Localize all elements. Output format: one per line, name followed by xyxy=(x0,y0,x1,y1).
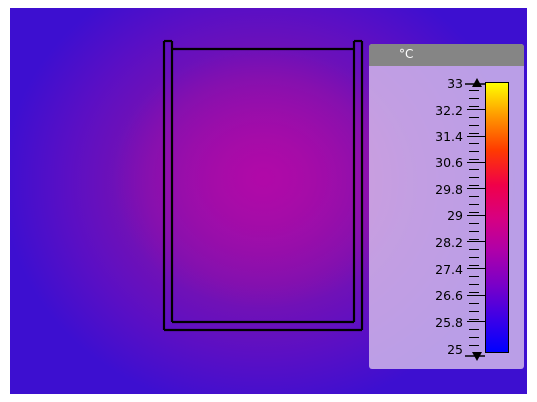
tick-label: 26.6 xyxy=(435,288,463,303)
temperature-legend: °C 33 32.2 31.4 30.6 29.8 29 28.2 27.4 2… xyxy=(369,44,524,369)
tick-label: 28.2 xyxy=(435,235,463,250)
tick-label: 27.4 xyxy=(435,262,463,277)
tick-label: 29.8 xyxy=(435,182,463,197)
tick-label: 29 xyxy=(447,208,463,223)
tick-label-min: 25 xyxy=(447,342,463,357)
thermal-image-viewport[interactable]: °C 33 32.2 31.4 30.6 29.8 29 28.2 27.4 2… xyxy=(10,8,527,394)
tick-label: 32.2 xyxy=(435,103,463,118)
tick-label: 25.8 xyxy=(435,315,463,330)
tick-label: 31.4 xyxy=(435,129,463,144)
tick-label-max: 33 xyxy=(447,76,463,91)
tick-label: 30.6 xyxy=(435,155,463,170)
triangle-up-icon xyxy=(472,78,482,87)
